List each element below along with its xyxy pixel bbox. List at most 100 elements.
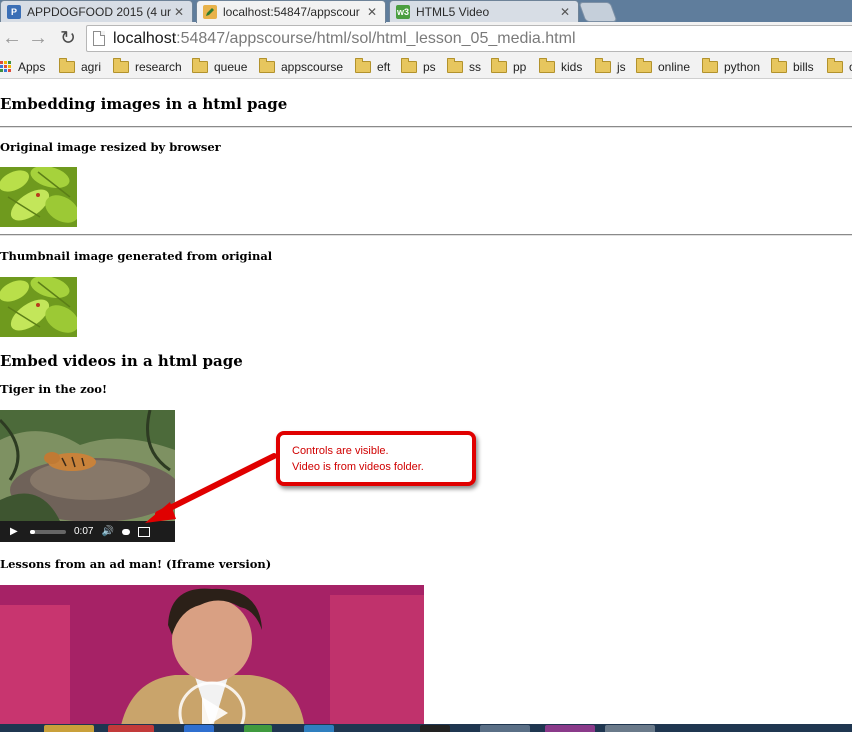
back-arrow-icon[interactable]: ← (0, 26, 24, 50)
bookmark-label: queue (214, 60, 248, 74)
tab-title: localhost:54847/appscour (223, 5, 360, 19)
bookmark-folder[interactable]: python (702, 56, 760, 78)
folder-icon (355, 58, 371, 73)
leaf-picture (0, 167, 77, 227)
url-host: localhost (113, 29, 177, 47)
divider (0, 234, 852, 236)
bookmark-label: research (135, 60, 182, 74)
reload-icon[interactable]: ↻ (56, 26, 80, 50)
bookmark-label: pp (513, 60, 527, 74)
tab-html5-video[interactable]: w3 HTML5 Video ✕ (389, 0, 579, 22)
play-icon[interactable]: ▶ (10, 526, 20, 537)
new-tab-button[interactable] (578, 2, 618, 22)
divider (0, 126, 852, 128)
bookmark-folder[interactable]: appscourse (259, 56, 343, 78)
label-thumbnail-image: Thumbnail image generated from original (0, 249, 273, 263)
taskbar-button[interactable] (420, 725, 450, 732)
bookmark-folder[interactable]: js (595, 56, 626, 78)
folder-icon (401, 58, 417, 73)
bookmark-label: ps (423, 60, 436, 74)
bookmark-label: kids (561, 60, 583, 74)
page-icon (93, 31, 105, 46)
folder-icon (491, 58, 507, 73)
taskbar-button[interactable] (304, 725, 334, 732)
bookmark-label: agri (81, 60, 102, 74)
forward-arrow-icon[interactable]: → (26, 26, 50, 50)
w3-icon: w3 (396, 4, 410, 19)
folder-icon (827, 58, 843, 73)
heading-videos: Embed videos in a html page (0, 352, 243, 370)
seek-bar[interactable] (30, 529, 66, 534)
leaf-picture (0, 277, 77, 337)
close-icon[interactable]: ✕ (558, 5, 572, 19)
bookmark-apps[interactable]: Apps (0, 56, 45, 78)
video-time: 0:07 (74, 526, 94, 537)
tab-title: HTML5 Video (416, 4, 490, 19)
fullscreen-icon[interactable] (137, 526, 150, 537)
bookmark-folder[interactable]: bills (771, 56, 814, 78)
taskbar-button[interactable] (605, 725, 655, 732)
folder-icon (539, 58, 555, 73)
bookmark-folder[interactable]: online (636, 56, 690, 78)
bookmark-label: ss (469, 60, 481, 74)
volume-icon[interactable]: 🔊 (101, 526, 113, 537)
url-path: :54847/appscourse/html/sol/html_lesson_0… (176, 29, 576, 47)
bookmark-folder[interactable]: pp (491, 56, 526, 78)
folder-icon (702, 58, 718, 73)
bookmark-folder[interactable]: o (827, 56, 852, 78)
taskbar-button[interactable] (545, 725, 595, 732)
bookmark-folder[interactable]: queue (192, 56, 247, 78)
folder-icon (595, 58, 611, 73)
leaf-image-original (0, 167, 77, 227)
bookmark-folder[interactable]: eft (355, 56, 390, 78)
bookmark-folder[interactable]: research (113, 56, 182, 78)
browser-toolbar: ← → ↻ localhost:54847/appscourse/html/so… (0, 22, 852, 56)
tiger-video-player[interactable]: ▶ 0:07 🔊 (0, 410, 175, 542)
label-adman-iframe: Lessons from an ad man! (Iframe version) (0, 557, 272, 571)
cast-icon[interactable] (121, 528, 130, 535)
bookmark-folder[interactable]: agri (59, 56, 101, 78)
ted-iframe-video[interactable] (0, 585, 424, 724)
pencil-icon-glyph (206, 8, 214, 16)
folder-icon (447, 58, 463, 73)
close-icon[interactable]: ✕ (172, 5, 186, 19)
bookmark-folder[interactable]: ps (401, 56, 436, 78)
bookmark-label: appscourse (281, 60, 344, 74)
pencil-icon (203, 5, 217, 19)
leaf-image-thumbnail (0, 277, 77, 337)
bookmarks-bar: Apps agri research queue appscourse eft … (0, 56, 852, 79)
tab-title: APPDOGFOOD 2015 (4 ur (27, 4, 172, 19)
annotation-callout: Controls are visible. Video is from vide… (276, 431, 476, 486)
folder-icon (771, 58, 787, 73)
os-taskbar (0, 724, 852, 732)
folder-icon (259, 58, 275, 73)
seek-progress (30, 529, 36, 534)
bookmark-label: js (617, 60, 626, 74)
tab-appdogfood[interactable]: P APPDOGFOOD 2015 (4 ur ✕ (0, 0, 193, 22)
taskbar-button[interactable] (244, 725, 272, 732)
bookmark-label: Apps (18, 60, 46, 74)
tab-strip: P APPDOGFOOD 2015 (4 ur ✕ localhost:5484… (0, 0, 852, 23)
taskbar-button[interactable] (108, 725, 154, 732)
address-bar[interactable]: localhost:54847/appscourse/html/sol/html… (86, 25, 852, 52)
bookmark-folder[interactable]: ss (447, 56, 481, 78)
callout-line-2: Video is from videos folder. (292, 461, 424, 473)
bookmark-label: online (658, 60, 691, 74)
taskbar-button[interactable] (480, 725, 530, 732)
apps-grid-icon (0, 61, 12, 73)
close-icon[interactable]: ✕ (365, 5, 379, 19)
page-content: Embedding images in a html page Original… (0, 79, 852, 724)
label-tiger-video: Tiger in the zoo! (0, 382, 107, 396)
folder-icon (636, 58, 652, 73)
taskbar-button[interactable] (184, 725, 214, 732)
callout-line-1: Controls are visible. (292, 445, 389, 457)
taskbar-button[interactable] (44, 725, 94, 732)
heading-images: Embedding images in a html page (0, 95, 288, 113)
bookmark-label: python (724, 60, 761, 74)
bookmark-folder[interactable]: kids (539, 56, 582, 78)
ted-video-frame (0, 585, 424, 724)
label-original-image: Original image resized by browser (0, 140, 221, 154)
video-controls: ▶ 0:07 🔊 (0, 521, 175, 542)
folder-icon (192, 58, 208, 73)
tab-localhost[interactable]: localhost:54847/appscour ✕ (196, 0, 386, 23)
